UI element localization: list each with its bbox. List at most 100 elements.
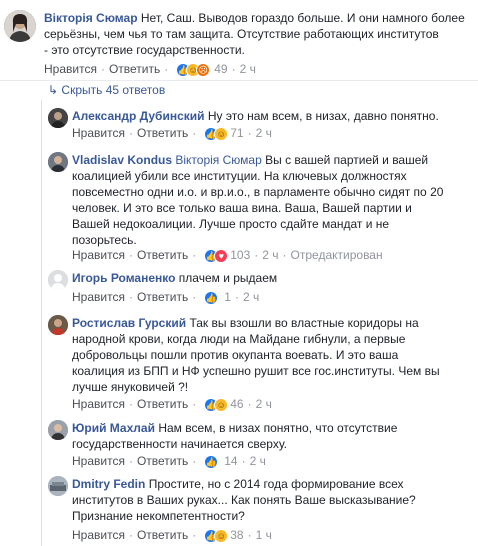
avatar-image	[48, 476, 68, 496]
comment-author[interactable]: Игорь Романенко	[72, 271, 175, 285]
reactions-summary[interactable]: 👍 ☺	[204, 528, 229, 543]
comment-author[interactable]: Александр Дубинский	[72, 109, 205, 123]
avatar[interactable]	[48, 270, 68, 290]
comment-text-line: коалицией убили все институции. На ключе…	[72, 169, 407, 183]
divider	[0, 80, 478, 81]
haha-reaction-icon: ☺	[214, 126, 229, 141]
comment-time[interactable]: 2 ч	[256, 397, 272, 411]
reply-body: Юрий Махлай Нам всем, в низах понятно, ч…	[72, 420, 470, 452]
reactions-summary[interactable]: 👍 ♥	[204, 248, 229, 263]
comment-text-line: коалиция из БПП и НФ успешно рушит все г…	[72, 364, 440, 378]
comment-actions: Нравится · Ответить · 👍 ☺ 38 · 1 ч	[72, 528, 272, 543]
reactions-summary[interactable]: 👍 ☺	[204, 397, 229, 412]
reply-body: Ростислав Гурский Так вы взошли во власт…	[72, 315, 470, 395]
comment-actions: Нравится · Ответить · 👍 ♥ 103 · 2 ч · Отредактиров…	[72, 248, 383, 263]
comment-text-line: Вы с вашей партией и вашей	[265, 153, 429, 167]
comment-actions: Нравится · Ответить · 👍 1 · 2 ч	[72, 290, 260, 305]
reply-link[interactable]: Ответить	[137, 290, 188, 304]
reaction-count[interactable]: 46	[230, 397, 243, 411]
comment-author[interactable]: Вікторія Сюмар	[44, 11, 138, 25]
reaction-count[interactable]: 49	[214, 62, 227, 76]
comment-time[interactable]: 1 ч	[256, 528, 272, 542]
avatar[interactable]	[48, 476, 68, 496]
avatar-image	[48, 270, 68, 290]
like-link[interactable]: Нравится	[72, 454, 125, 468]
avatar-image	[48, 420, 68, 440]
edited-label[interactable]: Отредактирован	[291, 248, 383, 262]
reaction-count[interactable]: 103	[230, 248, 250, 262]
avatar[interactable]	[48, 420, 68, 440]
like-reaction-icon: 👍	[204, 290, 219, 305]
comment-mention[interactable]: Вікторія Сюмар	[175, 153, 261, 167]
reply-body: Vladislav Kondus Вікторія Сюмар Вы с ваш…	[72, 152, 470, 248]
comment-author[interactable]: Dmitry Fedin	[72, 477, 145, 491]
reply-link[interactable]: Ответить	[137, 248, 188, 262]
comment-text-line: Вашей недокоалиции. Лучше просто сдайте …	[72, 217, 390, 231]
like-link[interactable]: Нравится	[72, 528, 125, 542]
like-link[interactable]: Нравится	[72, 290, 125, 304]
avatar[interactable]	[48, 152, 68, 172]
reaction-count[interactable]: 14	[224, 454, 237, 468]
comment-time[interactable]: 2 ч	[262, 248, 278, 262]
haha-reaction-icon: ☺	[214, 528, 229, 543]
comment-text-line: Ну это нам всем, в низах, давно понятно.	[207, 109, 439, 123]
comment-text-line: повсеместно одни и.о. и вр.и.о., в парла…	[72, 185, 444, 199]
hide-replies-link[interactable]: ↳ Скрыть 45 ответов	[48, 82, 165, 98]
like-link[interactable]: Нравится	[44, 62, 97, 76]
comment-text-line: Простите, но с 2014 года формирование вс…	[148, 477, 404, 491]
comment-time[interactable]: 2 ч	[240, 62, 256, 76]
avatar[interactable]	[4, 10, 36, 42]
love-reaction-icon: ♥	[214, 248, 229, 263]
comment-actions: Нравится · Ответить · 👍 14 · 2 ч	[72, 454, 266, 469]
comment-time[interactable]: 2 ч	[243, 290, 259, 304]
comment-text-line: Так вы взошли во властные коридоры на	[189, 316, 419, 330]
comment-text-line: плачем и рыдаем	[178, 271, 278, 285]
reactions-summary[interactable]: 👍	[204, 290, 219, 305]
reply-body: Игорь Романенко плачем и рыдаем	[72, 270, 470, 286]
reply-link[interactable]: Ответить	[137, 454, 188, 468]
comment-text-line: лучше януковичей ?!	[72, 380, 189, 394]
avatar-image	[48, 152, 68, 172]
hide-replies-label: Скрыть 45 ответов	[61, 83, 166, 97]
comment-text-line: народной крови, когда люди на Майдане ги…	[72, 332, 406, 346]
reactions-summary[interactable]: 👍	[204, 454, 219, 469]
comment-author[interactable]: Юрий Махлай	[72, 421, 155, 435]
comment-text-line: Нет, Саш. Выводов гораздо больше. И они …	[140, 11, 465, 25]
reactions-summary[interactable]: 👍 ☺	[204, 126, 229, 141]
reply-thread-line	[41, 100, 42, 546]
comment-time[interactable]: 2 ч	[250, 454, 266, 468]
like-link[interactable]: Нравится	[72, 397, 125, 411]
avatar-image	[4, 10, 36, 42]
like-link[interactable]: Нравится	[72, 248, 125, 262]
comment-author[interactable]: Ростислав Гурский	[72, 316, 186, 330]
reply-link[interactable]: Ответить	[137, 397, 188, 411]
haha-reaction-icon: ☺	[214, 397, 229, 412]
reaction-count[interactable]: 1	[224, 290, 231, 304]
reaction-count[interactable]: 71	[230, 126, 243, 140]
like-link[interactable]: Нравится	[72, 126, 125, 140]
avatar[interactable]	[48, 108, 68, 128]
reply-link[interactable]: Ответить	[137, 528, 188, 542]
reply-body: Dmitry Fedin Простите, но с 2014 года фо…	[72, 476, 470, 524]
comment-text-line: институтов в Ваших руках... Как понять В…	[72, 493, 416, 507]
collapse-arrow-icon: ↳	[48, 83, 59, 97]
avatar[interactable]	[48, 315, 68, 335]
reply-body: Александр Дубинский Ну это нам всем, в н…	[72, 108, 470, 124]
comment-actions: Нравится · Ответить · 👍 ☺ ☹ 49 · 2 ч	[44, 62, 256, 77]
angry-reaction-icon: ☹	[196, 62, 211, 77]
reaction-count[interactable]: 38	[230, 528, 243, 542]
avatar-image	[48, 108, 68, 128]
comment-text-line: Нам всем, в низах понятно, что отсутстви…	[158, 421, 398, 435]
comment-text-line: серьёзны, чем чья то там защита. Отсутст…	[44, 27, 439, 41]
comment-time[interactable]: 2 ч	[256, 126, 272, 140]
like-reaction-icon: 👍	[204, 454, 219, 469]
comment-actions: Нравится · Ответить · 👍 ☺ 46 · 2 ч	[72, 397, 272, 412]
avatar-image	[48, 315, 68, 335]
reply-link[interactable]: Ответить	[109, 62, 160, 76]
comment-text-line: позорьтесь.	[72, 233, 137, 247]
comment-text-line: Признание некомпетентности?	[72, 509, 245, 523]
reply-link[interactable]: Ответить	[137, 126, 188, 140]
reactions-summary[interactable]: 👍 ☺ ☹	[176, 62, 211, 77]
top-comment-body: Вікторія Сюмар Нет, Саш. Выводов гораздо…	[44, 10, 474, 58]
comment-author[interactable]: Vladislav Kondus	[72, 153, 172, 167]
